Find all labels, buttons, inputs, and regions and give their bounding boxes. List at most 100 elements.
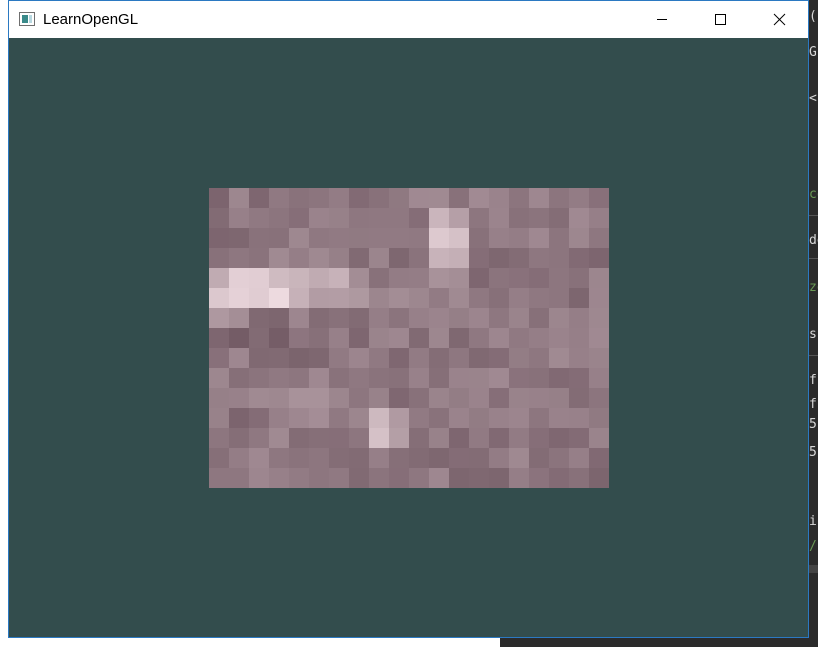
texture-texel bbox=[369, 228, 390, 249]
opengl-window[interactable]: LearnOpenGL bbox=[8, 0, 809, 638]
texture-texel bbox=[529, 288, 550, 309]
texture-texel bbox=[569, 368, 590, 389]
texture-texel bbox=[449, 188, 470, 209]
texture-texel bbox=[349, 248, 370, 269]
texture-texel bbox=[229, 328, 250, 349]
window-title: LearnOpenGL bbox=[43, 11, 139, 28]
texture-texel bbox=[369, 308, 390, 329]
minimize-button[interactable] bbox=[639, 1, 685, 38]
texture-texel bbox=[269, 388, 290, 409]
texture-texel bbox=[409, 448, 430, 469]
texture-texel bbox=[329, 188, 350, 209]
texture-texel bbox=[549, 468, 570, 488]
texture-texel bbox=[509, 468, 530, 488]
opengl-viewport[interactable] bbox=[9, 38, 808, 637]
texture-texel bbox=[309, 288, 330, 309]
texture-texel bbox=[369, 248, 390, 269]
texture-texel bbox=[529, 248, 550, 269]
editor-fragment: ze bbox=[809, 281, 818, 295]
texture-texel bbox=[569, 268, 590, 289]
texture-texel bbox=[349, 368, 370, 389]
texture-texel bbox=[589, 248, 609, 269]
texture-texel bbox=[229, 428, 250, 449]
texture-texel bbox=[529, 268, 550, 289]
texture-texel bbox=[289, 448, 310, 469]
texture-texel bbox=[289, 268, 310, 289]
texture-texel bbox=[309, 348, 330, 369]
texture-texel bbox=[489, 468, 510, 488]
texture-texel bbox=[309, 208, 330, 229]
texture-texel bbox=[549, 288, 570, 309]
minimize-icon bbox=[657, 19, 667, 20]
app-icon[interactable] bbox=[19, 12, 35, 26]
texture-texel bbox=[309, 228, 330, 249]
texture-texel bbox=[389, 188, 410, 209]
texture-texel bbox=[209, 228, 230, 249]
texture-texel bbox=[229, 388, 250, 409]
texture-texel bbox=[269, 188, 290, 209]
editor-fragment: fi bbox=[809, 374, 818, 388]
texture-texel bbox=[249, 288, 270, 309]
texture-texel bbox=[469, 448, 490, 469]
editor-divider bbox=[809, 355, 818, 356]
texture-texel bbox=[349, 308, 370, 329]
texture-texel bbox=[569, 348, 590, 369]
maximize-button[interactable] bbox=[697, 1, 743, 38]
texture-texel bbox=[369, 348, 390, 369]
texture-image bbox=[209, 188, 609, 488]
texture-texel bbox=[409, 268, 430, 289]
texture-texel bbox=[449, 288, 470, 309]
texture-texel bbox=[329, 288, 350, 309]
texture-texel bbox=[209, 188, 230, 209]
texture-texel bbox=[489, 248, 510, 269]
texture-texel bbox=[389, 308, 410, 329]
texture-texel bbox=[549, 408, 570, 429]
texture-texel bbox=[409, 328, 430, 349]
texture-texel bbox=[449, 328, 470, 349]
editor-fragment: s bbox=[809, 328, 817, 342]
editor-fragment: / bbox=[809, 540, 817, 554]
texture-texel bbox=[489, 408, 510, 429]
texture-texel bbox=[349, 408, 370, 429]
texture-texel bbox=[409, 408, 430, 429]
texture-texel bbox=[369, 288, 390, 309]
texture-texel bbox=[229, 408, 250, 429]
texture-texel bbox=[509, 188, 530, 209]
texture-texel bbox=[469, 308, 490, 329]
texture-texel bbox=[569, 228, 590, 249]
texture-texel bbox=[429, 208, 450, 229]
close-button[interactable] bbox=[756, 1, 802, 38]
editor-divider bbox=[809, 258, 818, 259]
texture-texel bbox=[229, 348, 250, 369]
texture-texel bbox=[489, 188, 510, 209]
editor-fragment: ( bbox=[809, 10, 817, 24]
texture-texel bbox=[549, 448, 570, 469]
texture-texel bbox=[209, 428, 230, 449]
texture-texel bbox=[469, 428, 490, 449]
textured-quad bbox=[209, 188, 609, 488]
texture-texel bbox=[269, 368, 290, 389]
texture-texel bbox=[289, 308, 310, 329]
texture-texel bbox=[569, 308, 590, 329]
texture-texel bbox=[549, 348, 570, 369]
editor-fragment: fi bbox=[809, 398, 818, 412]
texture-texel bbox=[489, 348, 510, 369]
texture-texel bbox=[409, 228, 430, 249]
texture-texel bbox=[589, 288, 609, 309]
texture-texel bbox=[389, 408, 410, 429]
texture-texel bbox=[589, 368, 609, 389]
texture-texel bbox=[349, 328, 370, 349]
title-bar[interactable]: LearnOpenGL bbox=[9, 1, 808, 38]
texture-texel bbox=[409, 388, 430, 409]
texture-texel bbox=[469, 408, 490, 429]
texture-texel bbox=[289, 248, 310, 269]
texture-texel bbox=[489, 308, 510, 329]
texture-texel bbox=[489, 288, 510, 309]
texture-texel bbox=[249, 228, 270, 249]
texture-texel bbox=[249, 468, 270, 488]
texture-texel bbox=[529, 188, 550, 209]
texture-texel bbox=[409, 428, 430, 449]
texture-texel bbox=[229, 248, 250, 269]
editor-fragment: co bbox=[809, 188, 818, 202]
texture-texel bbox=[449, 368, 470, 389]
